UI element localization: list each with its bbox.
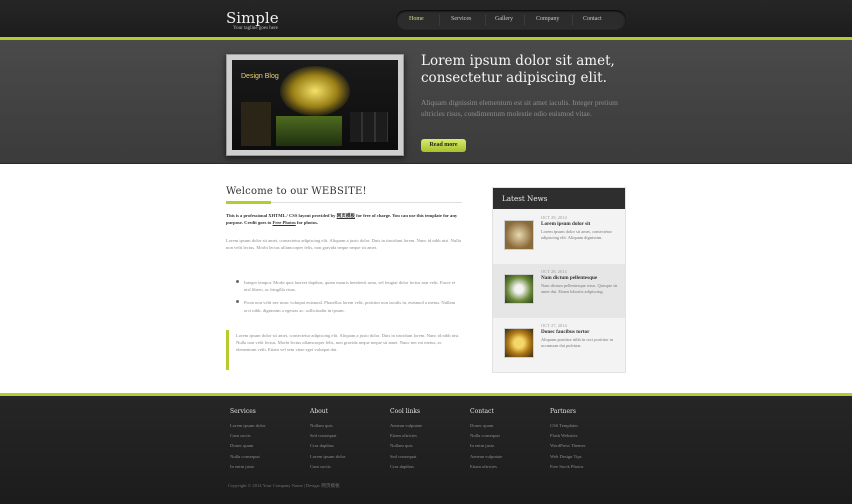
bullet-text: Integer tempor. Morbi quis laoreet dapib…	[244, 280, 456, 293]
quote-accent-bar	[226, 330, 229, 370]
welcome-rule-accent	[226, 201, 271, 204]
nav-gallery[interactable]: Gallery	[495, 16, 513, 22]
blockquote: Lorem ipsum dolor sit amet, consectetur …	[236, 333, 460, 353]
bullet-list: Integer tempor. Morbi quis laoreet dapib…	[236, 279, 462, 320]
news-thumbnail-image[interactable]	[504, 220, 534, 250]
site-logo[interactable]: Simple	[226, 9, 279, 27]
nav-divider	[485, 14, 486, 26]
news-headline[interactable]: Donec faucibus tortor	[541, 329, 589, 335]
news-text: Nam dictum pellentesque risus. Quisque s…	[541, 283, 618, 295]
footer-column-title: Cool links	[390, 408, 421, 415]
latest-news-panel: Latest News OCT 29, 2014 Lorem ipsum dol…	[492, 187, 626, 373]
intro-paragraph: This is a professional XHTML / CSS layou…	[226, 212, 462, 226]
footer-link[interactable]: Web Design Tips	[550, 452, 622, 462]
footer-column-title: Contact	[470, 408, 494, 415]
bullet-dot	[236, 300, 239, 304]
news-header: Latest News	[493, 188, 625, 209]
footer-link[interactable]: Nulla consequat	[470, 431, 542, 441]
nav-services[interactable]: Services	[451, 16, 471, 22]
template-link[interactable]: 网页模板	[337, 213, 355, 218]
footer-column-cool-links: Cool links Aenean vulputate Etiam ultric…	[390, 408, 462, 472]
news-date: OCT 27, 2014	[541, 323, 567, 328]
news-text: Lorem ipsum dolor sit amet, consectetur …	[541, 229, 612, 241]
read-more-button[interactable]: Read more	[421, 139, 466, 152]
nav-divider	[524, 14, 525, 26]
news-thumbnail-image[interactable]	[504, 274, 534, 304]
flower-glow-image	[280, 66, 350, 116]
news-date: OCT 28, 2014	[541, 269, 567, 274]
news-item[interactable]: OCT 29, 2014 Lorem ipsum dolor sit Lorem…	[493, 210, 625, 264]
footer-column-title: About	[310, 408, 329, 415]
footer-link[interactable]: Lorem ipsum dolor	[310, 452, 382, 462]
hero-text: Aliquam dignissim elementum est sit amet…	[421, 98, 618, 118]
copyright-text: Copyright © 2014 Your Company Name | Des…	[228, 483, 340, 488]
footer-link[interactable]: Flash Websites	[550, 431, 622, 441]
intro-text-3: for photos.	[295, 220, 319, 226]
screenshot-grid	[350, 112, 388, 142]
bullet-text: Proin non velit nec nunc volutpat euismo…	[244, 300, 456, 313]
footer-link[interactable]: Aenean vulputate	[390, 421, 462, 431]
site-tagline: Your tagline goes here	[233, 26, 278, 31]
footer-link[interactable]: Cras dapibus	[310, 441, 382, 451]
screenshot-thumbnail	[276, 116, 342, 146]
welcome-title: Welcome to our WEBSITE!	[226, 186, 367, 197]
site-footer: Services Lorem ipsum dolor Cum sociis Do…	[0, 393, 852, 504]
footer-column-services: Services Lorem ipsum dolor Cum sociis Do…	[230, 408, 302, 472]
hero-screenshot: Design Blog	[232, 60, 398, 150]
footer-link[interactable]: WordPress Themes	[550, 441, 622, 451]
news-title: Latest News	[502, 194, 548, 203]
news-item[interactable]: OCT 27, 2014 Donec faucibus tortor Aliqu…	[493, 318, 625, 372]
footer-column-about: About Nullam quis Sed consequat Cras dap…	[310, 408, 382, 472]
free-photos-link[interactable]: Free Photos	[273, 220, 296, 225]
footer-link[interactable]: Sed consequat	[390, 452, 462, 462]
footer-link[interactable]: Cum sociis	[230, 431, 302, 441]
footer-link[interactable]: Lorem ipsum dolor	[230, 421, 302, 431]
news-item[interactable]: OCT 28, 2014 Nam dictum pellentesque Nam…	[493, 264, 625, 318]
news-thumbnail-image[interactable]	[504, 328, 534, 358]
hero-heading: Lorem ipsum dolor sit amet, consectetur …	[421, 53, 615, 86]
footer-link[interactable]: Aenean vulputate	[470, 452, 542, 462]
page: Simple Your tagline goes here Home Servi…	[0, 0, 852, 504]
hero-image-frame[interactable]: Design Blog	[226, 54, 404, 156]
bullet-item: Proin non velit nec nunc volutpat euismo…	[236, 299, 462, 313]
footer-link[interactable]: Nullam quis	[390, 441, 462, 451]
screenshot-title: Design Blog	[241, 73, 279, 80]
footer-link[interactable]: In enim justo	[230, 462, 302, 472]
footer-link[interactable]: Etiam ultricies	[390, 431, 462, 441]
news-text: Aliquam porttitor nibh in orci porttitor…	[541, 337, 614, 349]
bullet-dot	[236, 280, 239, 283]
news-headline[interactable]: Lorem ipsum dolor sit	[541, 221, 590, 227]
footer-link[interactable]: Nulla consequat	[230, 452, 302, 462]
nav-contact[interactable]: Contact	[583, 16, 602, 22]
nav-divider	[572, 14, 573, 26]
footer-link[interactable]: Cum sociis	[310, 462, 382, 472]
body-paragraph: Lorem ipsum dolor sit amet, consectetur …	[226, 238, 461, 251]
footer-link[interactable]: CSS Templates	[550, 421, 622, 431]
footer-column-title: Services	[230, 408, 256, 415]
intro-text-1: This is a professional XHTML / CSS layou…	[226, 213, 337, 218]
nav-divider	[439, 14, 440, 26]
hero-banner: Design Blog Lorem ipsum dolor sit amet, …	[0, 40, 852, 164]
footer-link[interactable]: Nullam quis	[310, 421, 382, 431]
footer-column-title: Partners	[550, 408, 576, 415]
footer-link[interactable]: Donec quam	[230, 441, 302, 451]
site-header: Simple Your tagline goes here Home Servi…	[0, 0, 852, 38]
nav-home[interactable]: Home	[409, 16, 424, 22]
nav-company[interactable]: Company	[536, 16, 559, 22]
footer-column-contact: Contact Donec quam Nulla consequat In en…	[470, 408, 542, 472]
footer-link[interactable]: Donec quam	[470, 421, 542, 431]
footer-link[interactable]: In enim justo	[470, 441, 542, 451]
news-headline[interactable]: Nam dictum pellentesque	[541, 275, 597, 281]
hero-divider	[0, 163, 852, 164]
screenshot-sidebar	[241, 102, 271, 146]
footer-link[interactable]: Free Stock Photos	[550, 462, 622, 472]
footer-link[interactable]: Sed consequat	[310, 431, 382, 441]
footer-link[interactable]: Cras dapibus	[390, 462, 462, 472]
bullet-item: Integer tempor. Morbi quis laoreet dapib…	[236, 279, 462, 293]
footer-link[interactable]: Etiam ultricies	[470, 462, 542, 472]
footer-accent-line	[0, 393, 852, 396]
news-date: OCT 29, 2014	[541, 215, 567, 220]
main-nav: Home Services Gallery Company Contact	[396, 10, 626, 30]
footer-column-partners: Partners CSS Templates Flash Websites Wo…	[550, 408, 622, 472]
